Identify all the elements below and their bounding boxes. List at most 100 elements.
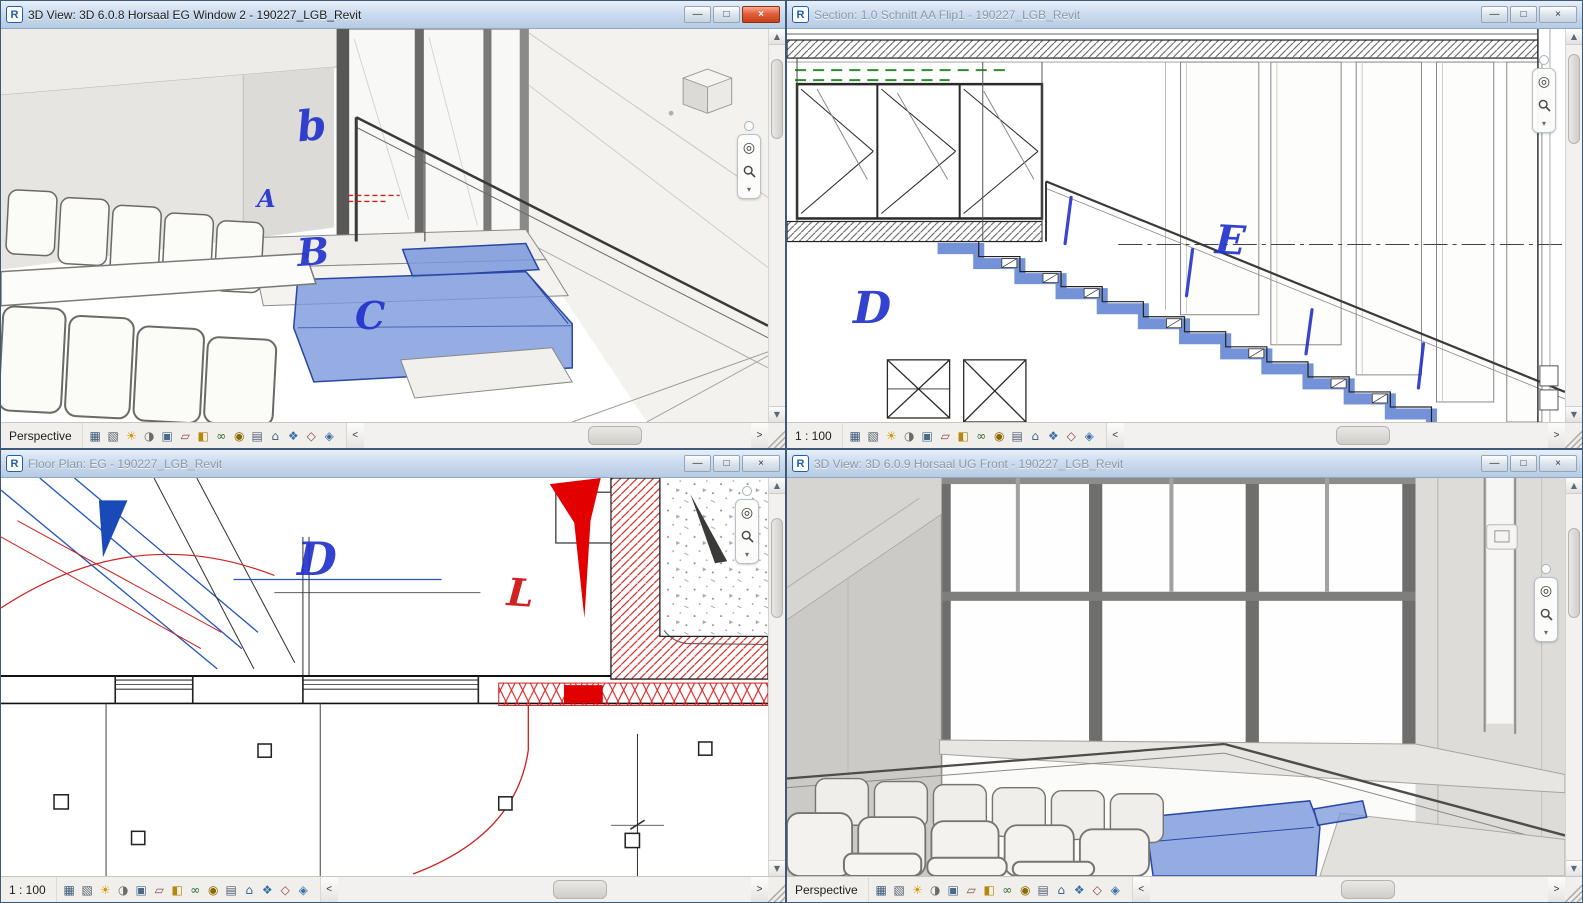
- minimize-button[interactable]: —: [684, 6, 711, 23]
- analytical-model-icon[interactable]: ⌂: [241, 884, 258, 896]
- view-properties-icon[interactable]: ▤: [223, 884, 240, 896]
- window-glazing[interactable]: [939, 478, 1418, 740]
- insulation-hatch[interactable]: [498, 682, 768, 706]
- vertical-scrollbar[interactable]: ▲ ▼: [1565, 478, 1582, 876]
- scroll-down-button[interactable]: ▼: [769, 406, 785, 422]
- window-elevation[interactable]: [795, 82, 1044, 220]
- navbar-collapse-icon[interactable]: [1539, 55, 1549, 65]
- horizontal-scroll-thumb[interactable]: [1335, 426, 1390, 445]
- drawing-area[interactable]: b A B C ◎ ▾ ▲ ▼: [1, 29, 785, 422]
- resize-grip[interactable]: [768, 877, 785, 902]
- reveal-hidden-icon[interactable]: ◉: [231, 430, 248, 442]
- background-icon[interactable]: ▦: [873, 884, 890, 896]
- resize-grip[interactable]: [768, 423, 785, 448]
- scroll-right-button[interactable]: >: [751, 423, 768, 448]
- scale-control[interactable]: Perspective: [1, 423, 83, 448]
- horizontal-scroll-thumb[interactable]: [1340, 880, 1395, 899]
- scroll-left-button[interactable]: <: [1106, 423, 1124, 448]
- section-canvas[interactable]: [787, 29, 1565, 422]
- close-button[interactable]: ×: [742, 6, 780, 23]
- zoom-icon[interactable]: [1535, 96, 1553, 114]
- viewcube-collapsed[interactable]: [1486, 524, 1518, 550]
- visual-style-icon[interactable]: ▧: [105, 430, 122, 442]
- drawing-area[interactable]: D E ◎ ▾ ▲ ▼: [787, 29, 1582, 422]
- shadows-icon[interactable]: ◑: [141, 430, 158, 442]
- vertical-scroll-thumb[interactable]: [1568, 54, 1580, 144]
- background-icon[interactable]: ▦: [87, 430, 104, 442]
- horizontal-scrollbar[interactable]: < >: [1105, 423, 1565, 448]
- view-properties-icon[interactable]: ▤: [1035, 884, 1052, 896]
- navbar-collapse-icon[interactable]: [744, 121, 754, 131]
- view-properties-icon[interactable]: ▤: [249, 430, 266, 442]
- titlebar[interactable]: R Section: 1.0 Schnitt AA Flip1 - 190227…: [787, 1, 1582, 29]
- crop-view-icon[interactable]: ▣: [945, 884, 962, 896]
- scroll-right-button[interactable]: >: [1548, 423, 1565, 448]
- window-3d-view-horsaal-ug[interactable]: R 3D View: 3D 6.0.9 Horsaal UG Front - 1…: [786, 449, 1583, 903]
- scale-control[interactable]: 1 : 100: [1, 877, 57, 902]
- background-icon[interactable]: ▦: [847, 430, 864, 442]
- displacement-sets-icon[interactable]: ❖: [285, 430, 302, 442]
- hide-crop-icon[interactable]: ▱: [937, 430, 954, 442]
- maximize-button[interactable]: □: [1510, 455, 1537, 472]
- shadows-icon[interactable]: ◑: [927, 884, 944, 896]
- chevron-down-icon[interactable]: ▾: [745, 550, 749, 559]
- analytical-model-icon[interactable]: ⌂: [1053, 884, 1070, 896]
- scale-control[interactable]: Perspective: [787, 877, 869, 902]
- 3d-view-canvas[interactable]: [787, 478, 1565, 876]
- steering-wheel-icon[interactable]: ◎: [740, 139, 758, 157]
- scroll-down-button[interactable]: ▼: [1566, 406, 1582, 422]
- vertical-scrollbar[interactable]: ▲ ▼: [768, 478, 785, 876]
- steering-wheel-icon[interactable]: ◎: [1535, 73, 1553, 91]
- scroll-left-button[interactable]: <: [1132, 877, 1150, 902]
- visual-style-icon[interactable]: ▧: [891, 884, 908, 896]
- chevron-down-icon[interactable]: ▾: [747, 185, 751, 194]
- maximize-button[interactable]: □: [713, 455, 740, 472]
- worksharing-icon[interactable]: ◈: [1107, 884, 1124, 896]
- zoom-icon[interactable]: [740, 162, 758, 180]
- window-mullions[interactable]: [336, 29, 530, 248]
- visual-style-icon[interactable]: ▧: [865, 430, 882, 442]
- shadows-icon[interactable]: ◑: [901, 430, 918, 442]
- scroll-up-button[interactable]: ▲: [769, 478, 785, 494]
- unlocked-view-icon[interactable]: ◧: [955, 430, 972, 442]
- scroll-left-button[interactable]: <: [320, 877, 338, 902]
- chevron-down-icon[interactable]: ▾: [1542, 119, 1546, 128]
- resize-grip[interactable]: [1565, 423, 1582, 448]
- analytical-model-icon[interactable]: ⌂: [1027, 430, 1044, 442]
- titlebar[interactable]: R 3D View: 3D 6.0.9 Horsaal UG Front - 1…: [787, 450, 1582, 478]
- scroll-right-button[interactable]: >: [1548, 877, 1565, 902]
- window-floor-plan-eg[interactable]: R Floor Plan: EG - 190227_LGB_Revit — □ …: [0, 449, 786, 903]
- vertical-scroll-thumb[interactable]: [771, 59, 783, 139]
- visual-style-icon[interactable]: ▧: [79, 884, 96, 896]
- maximize-button[interactable]: □: [1510, 6, 1537, 23]
- worksharing-icon[interactable]: ◈: [321, 430, 338, 442]
- reveal-constraints-icon[interactable]: ◇: [1063, 430, 1080, 442]
- worksharing-icon[interactable]: ◈: [295, 884, 312, 896]
- minimize-button[interactable]: —: [1481, 455, 1508, 472]
- scroll-up-button[interactable]: ▲: [1566, 478, 1582, 494]
- hide-crop-icon[interactable]: ▱: [151, 884, 168, 896]
- horizontal-scroll-thumb[interactable]: [588, 426, 643, 445]
- temporary-hide-icon[interactable]: ∞: [213, 430, 230, 442]
- reveal-hidden-icon[interactable]: ◉: [1017, 884, 1034, 896]
- window-3d-view-horsaal-eg[interactable]: R 3D View: 3D 6.0.8 Horsaal EG Window 2 …: [0, 0, 786, 449]
- close-button[interactable]: ×: [742, 455, 780, 472]
- zoom-icon[interactable]: [738, 527, 756, 545]
- shadows-icon[interactable]: ◑: [115, 884, 132, 896]
- close-button[interactable]: ×: [1539, 6, 1577, 23]
- horizontal-scroll-thumb[interactable]: [552, 880, 607, 899]
- navbar-collapse-icon[interactable]: [1541, 564, 1551, 574]
- titlebar[interactable]: R 3D View: 3D 6.0.8 Horsaal EG Window 2 …: [1, 1, 785, 29]
- 3d-view-canvas[interactable]: [1, 29, 768, 422]
- close-button[interactable]: ×: [1539, 455, 1577, 472]
- titlebar[interactable]: R Floor Plan: EG - 190227_LGB_Revit — □ …: [1, 450, 785, 478]
- scroll-up-button[interactable]: ▲: [769, 29, 785, 45]
- sun-path-icon[interactable]: ☀: [909, 884, 926, 896]
- minimize-button[interactable]: —: [684, 455, 711, 472]
- reveal-hidden-icon[interactable]: ◉: [991, 430, 1008, 442]
- crop-view-icon[interactable]: ▣: [159, 430, 176, 442]
- hide-crop-icon[interactable]: ▱: [963, 884, 980, 896]
- crop-view-icon[interactable]: ▣: [133, 884, 150, 896]
- scale-control[interactable]: 1 : 100: [787, 423, 843, 448]
- displacement-sets-icon[interactable]: ❖: [259, 884, 276, 896]
